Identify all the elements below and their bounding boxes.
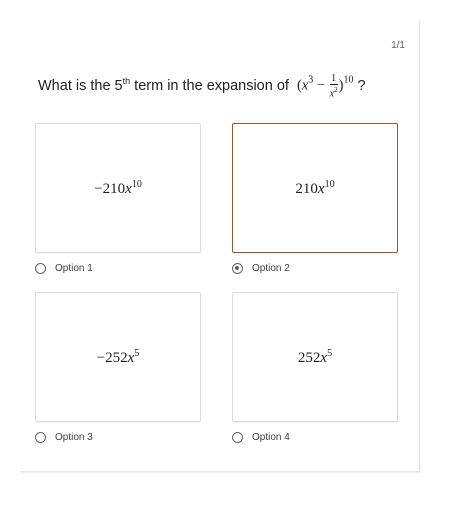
question-suffix: term in the expansion of bbox=[130, 78, 289, 94]
option-4-card[interactable]: 252x5 bbox=[232, 292, 398, 422]
denominator-exponent: 2 bbox=[334, 86, 338, 94]
option-1-label: Option 1 bbox=[55, 262, 93, 274]
question-prefix: What is the 5 bbox=[38, 78, 123, 94]
question-mark: ? bbox=[357, 78, 366, 94]
option-1-expression: −210x10 bbox=[36, 179, 200, 198]
option-2-coefficient: 210 bbox=[295, 181, 318, 197]
math-outer-exponent: 10 bbox=[343, 74, 354, 86]
option-2-radio[interactable] bbox=[232, 262, 243, 274]
option-1-radio-row[interactable]: Option 1 bbox=[35, 260, 93, 276]
option-3-coefficient: −252 bbox=[96, 350, 128, 366]
option-2-expression: 210x10 bbox=[233, 179, 397, 198]
option-2-radio-row[interactable]: Option 2 bbox=[232, 260, 290, 276]
math-fraction: 1 x2 bbox=[329, 73, 338, 99]
option-4-radio[interactable] bbox=[232, 431, 243, 443]
option-2-variable: x bbox=[317, 181, 325, 197]
option-3-expression: −252x5 bbox=[36, 348, 200, 367]
option-3-card[interactable]: −252x5 bbox=[35, 292, 201, 422]
option-2-exponent: 10 bbox=[324, 179, 335, 190]
option-3-exponent: 5 bbox=[134, 348, 140, 359]
question-expression: (x3 − 1 x2)10 bbox=[297, 73, 354, 99]
option-3-radio-row[interactable]: Option 3 bbox=[35, 429, 93, 445]
option-4-expression: 252x5 bbox=[233, 348, 397, 367]
fraction-denominator: x2 bbox=[330, 85, 338, 99]
option-1-coefficient: −210 bbox=[94, 181, 126, 197]
option-4-coefficient: 252 bbox=[297, 350, 321, 366]
quiz-card: 1/1 What is the 5th term in the expansio… bbox=[20, 20, 420, 472]
fraction-numerator: 1 bbox=[329, 73, 338, 85]
option-4-exponent: 5 bbox=[327, 348, 333, 359]
option-2-label: Option 2 bbox=[252, 262, 290, 274]
option-3-label: Option 3 bbox=[55, 431, 93, 443]
question-text: What is the 5th term in the expansion of… bbox=[38, 73, 413, 99]
option-2-card[interactable]: 210x10 bbox=[232, 123, 398, 253]
option-4-label: Option 4 bbox=[252, 431, 290, 443]
option-3-radio[interactable] bbox=[35, 431, 46, 443]
option-1-exponent: 10 bbox=[131, 179, 142, 190]
math-minus: − bbox=[313, 77, 329, 94]
option-1-variable: x bbox=[125, 181, 132, 197]
option-4-radio-row[interactable]: Option 4 bbox=[232, 429, 290, 445]
option-1-radio[interactable] bbox=[35, 262, 46, 274]
option-1-card[interactable]: −210x10 bbox=[35, 123, 201, 253]
question-ordinal: th bbox=[122, 76, 131, 86]
question-counter: 1/1 bbox=[391, 40, 405, 51]
